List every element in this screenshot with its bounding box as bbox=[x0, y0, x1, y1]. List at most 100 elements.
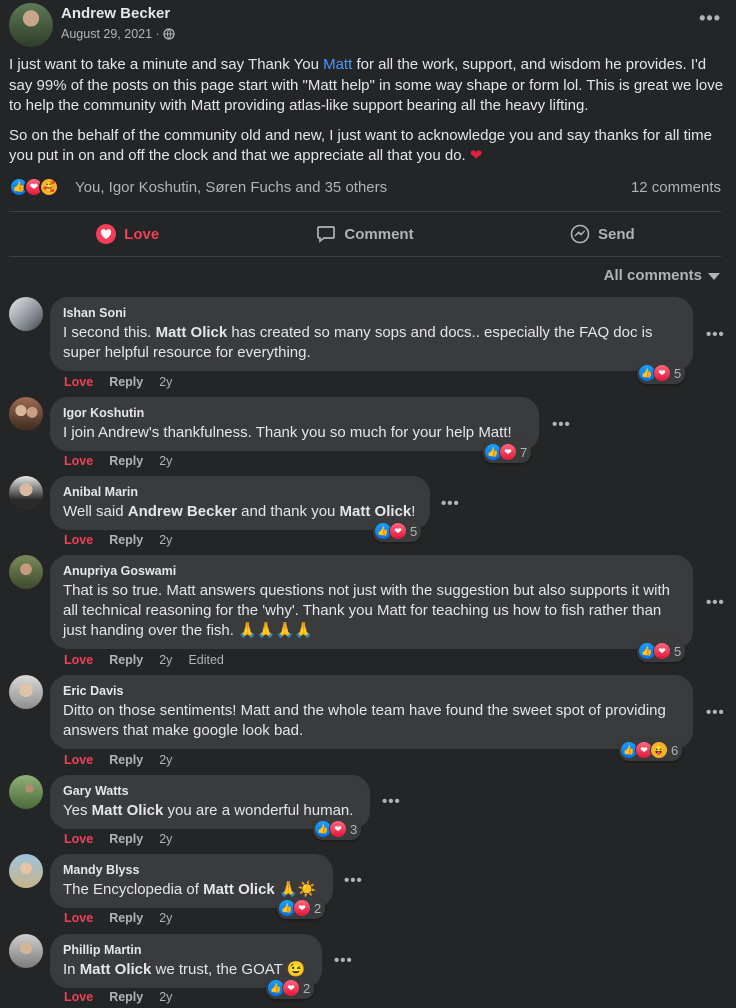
comments-count[interactable]: 12 comments bbox=[631, 179, 721, 196]
comment-actions: Love Reply 2y bbox=[64, 454, 172, 468]
comment-love-button[interactable]: Love bbox=[64, 990, 93, 1004]
heart-emoji: ❤ bbox=[469, 147, 483, 164]
mention-matt-link[interactable]: Matt bbox=[323, 56, 352, 73]
mention-link[interactable]: Matt Olick bbox=[80, 961, 152, 978]
comment-reply-button[interactable]: Reply bbox=[109, 375, 143, 389]
mention-link[interactable]: Andrew Becker bbox=[128, 503, 237, 520]
commenter-avatar[interactable] bbox=[9, 775, 43, 809]
comment-more-options-icon[interactable]: ••• bbox=[334, 953, 353, 968]
mention-link[interactable]: Matt Olick bbox=[203, 881, 275, 898]
comment-love-button[interactable]: Love bbox=[64, 832, 93, 846]
comment-love-button[interactable]: Love bbox=[64, 653, 93, 667]
author-avatar[interactable] bbox=[9, 3, 53, 47]
love-button[interactable]: Love bbox=[9, 212, 246, 256]
commenter-name[interactable]: Anibal Marin bbox=[63, 484, 418, 500]
comment-timestamp[interactable]: 2y bbox=[159, 990, 172, 1004]
comment-love-button[interactable]: Love bbox=[64, 533, 93, 547]
commenter-avatar[interactable] bbox=[9, 934, 43, 968]
comment-timestamp[interactable]: 2y bbox=[159, 753, 172, 767]
post-action-bar: Love Comment Send bbox=[9, 212, 721, 256]
commenter-name[interactable]: Phillip Martin bbox=[63, 942, 310, 958]
comment-love-button[interactable]: Love bbox=[64, 753, 93, 767]
comment-timestamp[interactable]: 2y bbox=[159, 653, 172, 667]
comment-actions: Love Reply 2y Edited bbox=[64, 653, 224, 667]
comment-text: That is so true. Matt answers questions … bbox=[63, 582, 670, 639]
comment-more-options-icon[interactable]: ••• bbox=[706, 327, 725, 342]
commenter-avatar[interactable] bbox=[9, 675, 43, 709]
comment-actions: Love Reply 2y bbox=[64, 375, 172, 389]
comment-more-options-icon[interactable]: ••• bbox=[706, 595, 725, 610]
comment-reply-button[interactable]: Reply bbox=[109, 911, 143, 925]
comment-love-button[interactable]: Love bbox=[64, 375, 93, 389]
commenter-name[interactable]: Anupriya Goswami bbox=[63, 563, 681, 579]
commenter-name[interactable]: Ishan Soni bbox=[63, 305, 681, 321]
comment-reply-button[interactable]: Reply bbox=[109, 832, 143, 846]
comment-actions: Love Reply 2y bbox=[64, 990, 172, 1004]
commenter-avatar[interactable] bbox=[9, 854, 43, 888]
comment-bubble: Anibal Marin Well said Andrew Becker and… bbox=[50, 476, 430, 530]
commenter-avatar[interactable] bbox=[9, 297, 43, 331]
divider bbox=[9, 256, 721, 257]
mention-link[interactable]: Matt Olick bbox=[340, 503, 412, 520]
comment-actions: Love Reply 2y bbox=[64, 832, 172, 846]
comment-timestamp[interactable]: 2y bbox=[159, 911, 172, 925]
comment-timestamp[interactable]: 2y bbox=[159, 832, 172, 846]
comment-reactions[interactable]: 👍 ❤ 😝 6 bbox=[619, 739, 683, 761]
comment-reactions[interactable]: 👍 ❤ 2 bbox=[277, 897, 326, 919]
comment-timestamp[interactable]: 2y bbox=[159, 454, 172, 468]
commenter-avatar[interactable] bbox=[9, 476, 43, 510]
commenter-name[interactable]: Mandy Blyss bbox=[63, 862, 321, 878]
comment-reply-button[interactable]: Reply bbox=[109, 990, 143, 1004]
comment-bubble: Ishan Soni I second this. Matt Olick has… bbox=[50, 297, 693, 371]
comment-more-options-icon[interactable]: ••• bbox=[441, 496, 460, 511]
messenger-icon bbox=[570, 224, 590, 244]
post-paragraph-1: I just want to take a minute and say Tha… bbox=[9, 56, 724, 114]
mention-link[interactable]: Matt Olick bbox=[92, 802, 164, 819]
comment-actions: Love Reply 2y bbox=[64, 753, 172, 767]
comments-sort-dropdown[interactable]: All comments bbox=[604, 267, 720, 284]
commenter-name[interactable]: Igor Koshutin bbox=[63, 405, 527, 421]
comment-actions: Love Reply 2y bbox=[64, 533, 172, 547]
comment-bubble: Eric Davis Ditto on those sentiments! Ma… bbox=[50, 675, 693, 749]
comment-reactions[interactable]: 👍 ❤ 5 bbox=[637, 362, 686, 384]
edited-label[interactable]: Edited bbox=[188, 653, 223, 667]
commenter-name[interactable]: Eric Davis bbox=[63, 683, 681, 699]
comment-button[interactable]: Comment bbox=[246, 212, 483, 256]
reaction-summary: 👍 ❤ 🥰 You, Igor Koshutin, Søren Fuchs an… bbox=[9, 176, 721, 200]
caret-down-icon bbox=[708, 273, 720, 280]
comment-reactions[interactable]: 👍 ❤ 7 bbox=[483, 441, 532, 463]
comment-love-button[interactable]: Love bbox=[64, 911, 93, 925]
commenter-name[interactable]: Gary Watts bbox=[63, 783, 358, 799]
care-reaction-icon: 🥰 bbox=[39, 177, 59, 197]
comment-reactions[interactable]: 👍 ❤ 5 bbox=[637, 640, 686, 662]
comment-more-options-icon[interactable]: ••• bbox=[344, 873, 363, 888]
comment-timestamp[interactable]: 2y bbox=[159, 375, 172, 389]
comment-more-options-icon[interactable]: ••• bbox=[382, 794, 401, 809]
comment-love-button[interactable]: Love bbox=[64, 454, 93, 468]
comment-timestamp[interactable]: 2y bbox=[159, 533, 172, 547]
post-date[interactable]: August 29, 2021 · bbox=[61, 27, 160, 41]
comment-reply-button[interactable]: Reply bbox=[109, 454, 143, 468]
post-more-options-icon[interactable]: ••• bbox=[699, 9, 721, 27]
comment-reply-button[interactable]: Reply bbox=[109, 753, 143, 767]
post-header: Andrew Becker August 29, 2021 · bbox=[9, 3, 727, 47]
comment-more-options-icon[interactable]: ••• bbox=[706, 705, 725, 720]
reaction-icons[interactable]: 👍 ❤ 🥰 bbox=[9, 177, 59, 197]
author-name[interactable]: Andrew Becker bbox=[61, 5, 170, 22]
comment-icon bbox=[316, 224, 336, 244]
comment-reactions[interactable]: 👍 ❤ 3 bbox=[313, 818, 362, 840]
love-reaction-icon: ❤ bbox=[329, 820, 347, 838]
love-reaction-icon: ❤ bbox=[282, 979, 300, 997]
comment-reactions[interactable]: 👍 ❤ 2 bbox=[266, 977, 315, 999]
love-reaction-icon: ❤ bbox=[499, 443, 517, 461]
comment-reactions[interactable]: 👍 ❤ 5 bbox=[373, 520, 422, 542]
commenter-avatar[interactable] bbox=[9, 555, 43, 589]
send-button[interactable]: Send bbox=[484, 212, 721, 256]
reactions-names[interactable]: You, Igor Koshutin, Søren Fuchs and 35 o… bbox=[75, 179, 387, 196]
comment-reply-button[interactable]: Reply bbox=[109, 533, 143, 547]
commenter-avatar[interactable] bbox=[9, 397, 43, 431]
comment-text: Ditto on those sentiments! Matt and the … bbox=[63, 702, 666, 739]
comment-more-options-icon[interactable]: ••• bbox=[552, 417, 571, 432]
comment-reply-button[interactable]: Reply bbox=[109, 653, 143, 667]
mention-link[interactable]: Matt Olick bbox=[156, 324, 228, 341]
